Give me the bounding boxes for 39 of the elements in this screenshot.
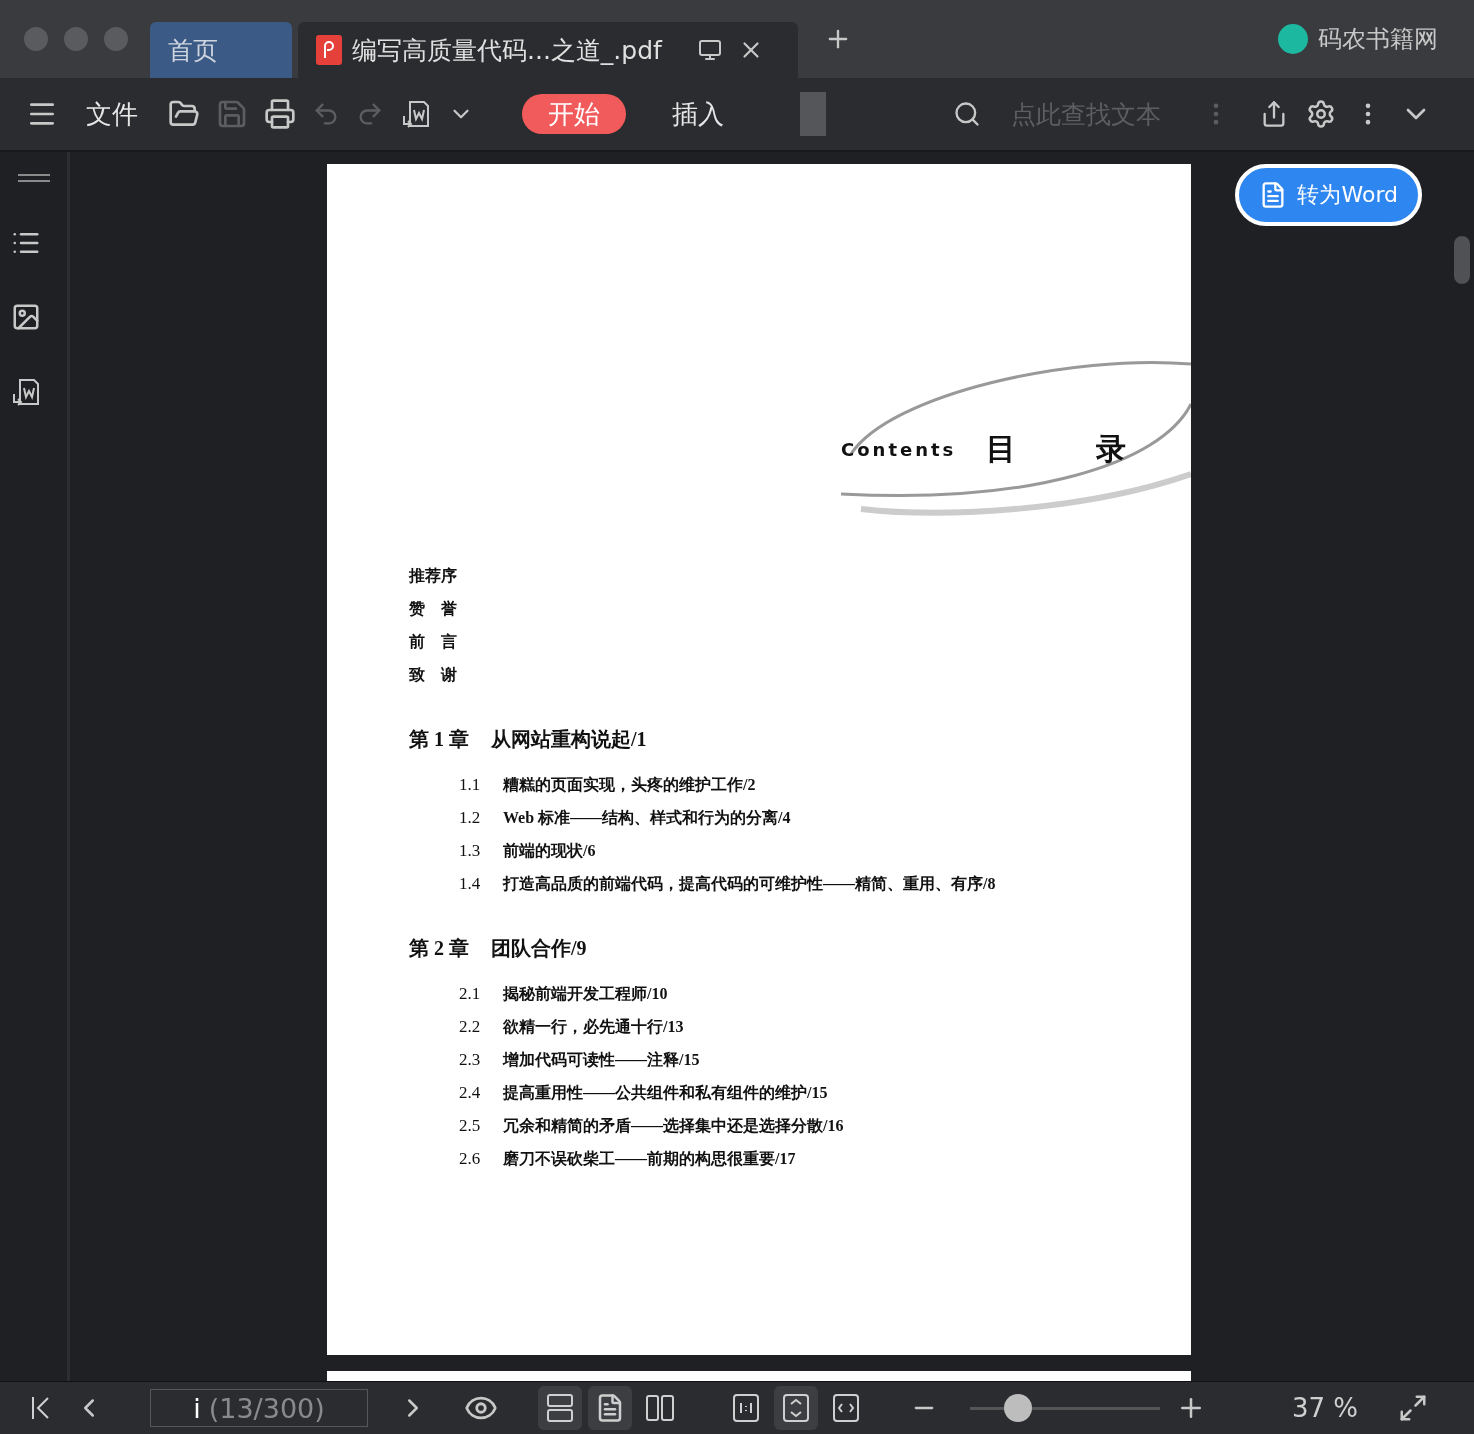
section-number: 2.2 [459, 1016, 482, 1038]
section-title: 揭秘前端开发工程师/10 [503, 984, 668, 1004]
document-tab[interactable]: 首页 [150, 22, 292, 78]
contents-heading: Contents [841, 438, 957, 460]
zoom-percentage: 37 % [1291, 1393, 1358, 1423]
contents-heading: 录 [1096, 430, 1127, 467]
section-number: 1.3 [459, 840, 482, 862]
section-title: 前端的现状/6 [503, 841, 596, 861]
section-title: 增加代码可读性——注释/15 [503, 1050, 700, 1070]
section-number: 2.1 [459, 983, 482, 1005]
toc-entry: 赞 誉 [409, 599, 458, 619]
toc-entry: 前 言 [409, 632, 458, 652]
section-number: 2.4 [459, 1082, 482, 1104]
chapter-number: 第 1 章 [409, 727, 469, 752]
section-number: 1.2 [459, 807, 482, 829]
convert-to-word-button[interactable]: 转为Word [1235, 164, 1422, 226]
contents-heading: 目 [986, 430, 1017, 467]
page-number-field[interactable]: i (13/300) [150, 1389, 368, 1427]
section-number: 2.5 [459, 1115, 482, 1137]
chapter-title: 从网站重构说起/1 [491, 727, 647, 752]
section-title: 打造高品质的前端代码，提高代码的可维护性——精简、重用、有序/8 [503, 874, 996, 894]
document-tab[interactable]: 编写高质量代码...之道_.pdf [298, 22, 798, 78]
section-number: 2.3 [459, 1049, 482, 1071]
section-title: 提高重用性——公共组件和私有组件的维护/15 [503, 1083, 828, 1103]
section-number: 2.6 [459, 1148, 482, 1170]
section-title: 冗余和精简的矛盾——选择集中还是选择分散/16 [503, 1116, 844, 1136]
chapter-title: 团队合作/9 [491, 936, 587, 961]
brand-name: 码农书籍网 [1318, 24, 1438, 55]
toc-entry: 推荐序 [409, 566, 458, 586]
file-menu[interactable]: 文件 [86, 96, 138, 132]
section-number: 1.1 [459, 774, 482, 796]
section-title: 磨刀不误砍柴工——前期的构思很重要/17 [503, 1149, 796, 1169]
section-title: 糟糕的页面实现，头疼的维护工作/2 [503, 775, 756, 795]
section-title: Web 标准——结构、样式和行为的分离/4 [503, 808, 791, 828]
ribbon-tab[interactable]: 插入 [646, 94, 750, 134]
chapter-number: 第 2 章 [409, 936, 469, 961]
section-number: 1.4 [459, 873, 482, 895]
toc-entry: 致 谢 [409, 665, 458, 685]
section-title: 欲精一行，必先通十行/13 [503, 1017, 684, 1037]
